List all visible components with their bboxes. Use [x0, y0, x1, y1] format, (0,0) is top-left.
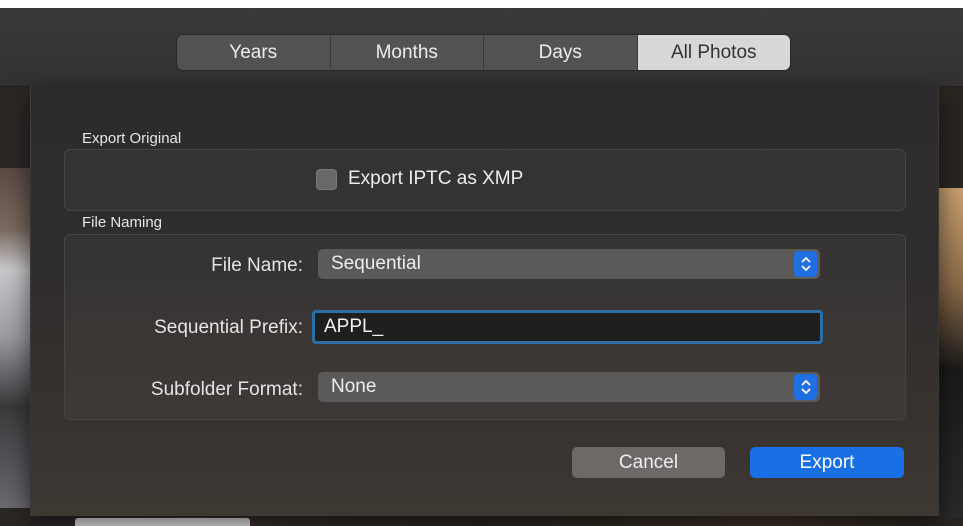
file-name-value: Sequential: [331, 253, 421, 274]
tab-months[interactable]: Months: [331, 35, 484, 70]
file-name-label: File Name:: [211, 255, 303, 276]
file-naming-title: File Naming: [82, 214, 163, 231]
export-original-group: Export IPTC as XMP: [64, 149, 906, 211]
export-iptc-checkbox[interactable]: [316, 168, 337, 190]
cancel-button[interactable]: Cancel: [572, 447, 725, 478]
export-dialog: Export Original Export IPTC as XMP File …: [30, 86, 939, 516]
subfolder-format-popup[interactable]: None: [318, 372, 820, 402]
chevron-up-down-icon: [794, 374, 817, 400]
export-iptc-label: Export IPTC as XMP: [348, 168, 524, 189]
view-segmented-control: Years Months Days All Photos: [177, 35, 790, 70]
subfolder-format-label: Subfolder Format:: [150, 379, 303, 400]
bottom-control[interactable]: [75, 518, 250, 526]
sequential-prefix-label: Sequential Prefix:: [154, 317, 303, 338]
export-original-title: Export Original: [82, 130, 182, 147]
export-iptc-row[interactable]: Export IPTC as XMP: [316, 168, 523, 190]
tab-all-photos[interactable]: All Photos: [637, 35, 790, 70]
file-name-popup[interactable]: Sequential: [318, 249, 820, 279]
tab-days[interactable]: Days: [484, 35, 638, 70]
sequential-prefix-input[interactable]: APPL_: [312, 310, 823, 344]
export-button[interactable]: Export: [750, 447, 904, 478]
subfolder-format-value: None: [331, 376, 377, 397]
photos-app-window: Years Months Days All Photos Export Orig…: [0, 8, 963, 526]
file-naming-group: File Name: Sequential Sequential Prefix:…: [64, 234, 906, 420]
toolbar: Years Months Days All Photos: [0, 8, 963, 87]
chevron-up-down-icon: [794, 251, 817, 277]
photo-thumbnail[interactable]: [936, 188, 963, 518]
photo-thumbnail[interactable]: [0, 168, 30, 508]
tab-years[interactable]: Years: [177, 35, 331, 70]
